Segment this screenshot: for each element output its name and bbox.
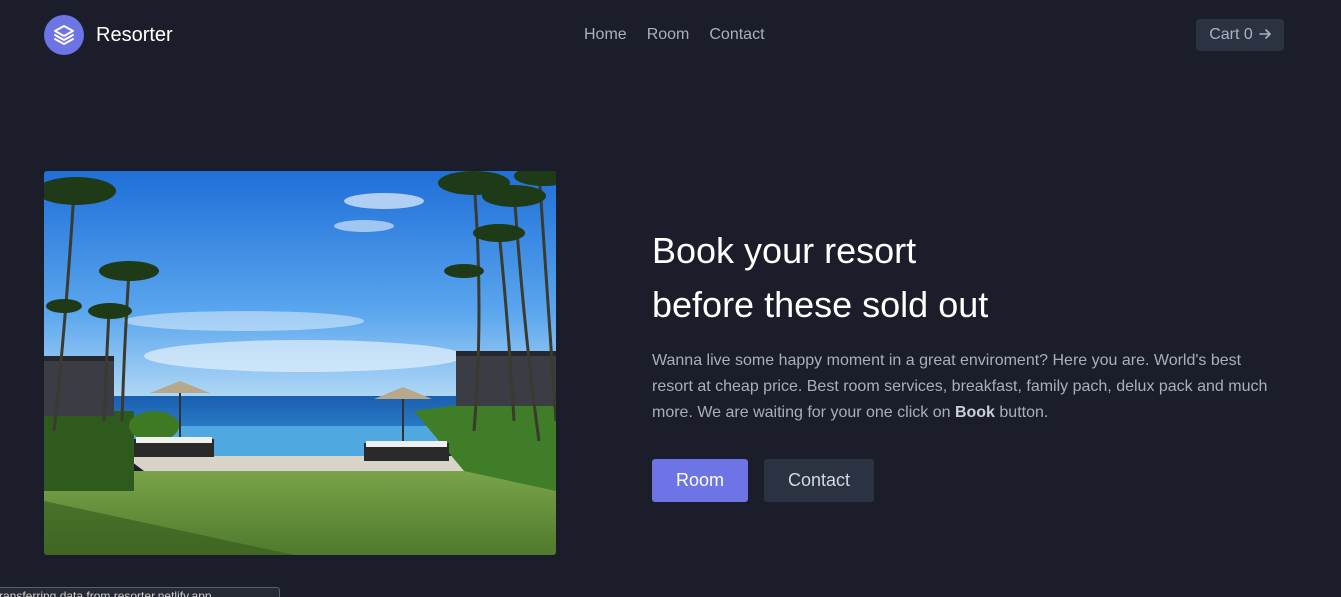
cart-button[interactable]: Cart 0 bbox=[1196, 19, 1284, 51]
status-tooltip: ransferring data from resorter.netlify.a… bbox=[0, 587, 280, 597]
brand-logo[interactable]: Resorter bbox=[44, 15, 173, 55]
cart-label: Cart 0 bbox=[1209, 26, 1253, 43]
hero-desc-suffix: button. bbox=[994, 404, 1049, 421]
hero-description: Wanna live some happy moment in a great … bbox=[652, 348, 1282, 426]
site-header: Resorter Home Room Contact Cart 0 bbox=[0, 0, 1341, 70]
main-nav: Home Room Contact bbox=[584, 26, 765, 44]
hero-title: Book your resort before these sold out bbox=[652, 224, 1272, 332]
hero-title-line1: Book your resort bbox=[652, 230, 917, 271]
arrow-right-icon bbox=[1258, 27, 1271, 43]
stack-layers-icon bbox=[44, 15, 84, 55]
nav-link-home[interactable]: Home bbox=[584, 26, 627, 44]
room-button[interactable]: Room bbox=[652, 459, 748, 502]
nav-link-room[interactable]: Room bbox=[647, 26, 690, 44]
brand-name: Resorter bbox=[96, 23, 173, 46]
contact-button[interactable]: Contact bbox=[764, 459, 874, 502]
nav-link-contact[interactable]: Contact bbox=[709, 26, 764, 44]
resort-photo bbox=[44, 171, 556, 555]
hero-title-line2: before these sold out bbox=[652, 284, 989, 325]
hero-desc-bold: Book bbox=[954, 404, 995, 421]
